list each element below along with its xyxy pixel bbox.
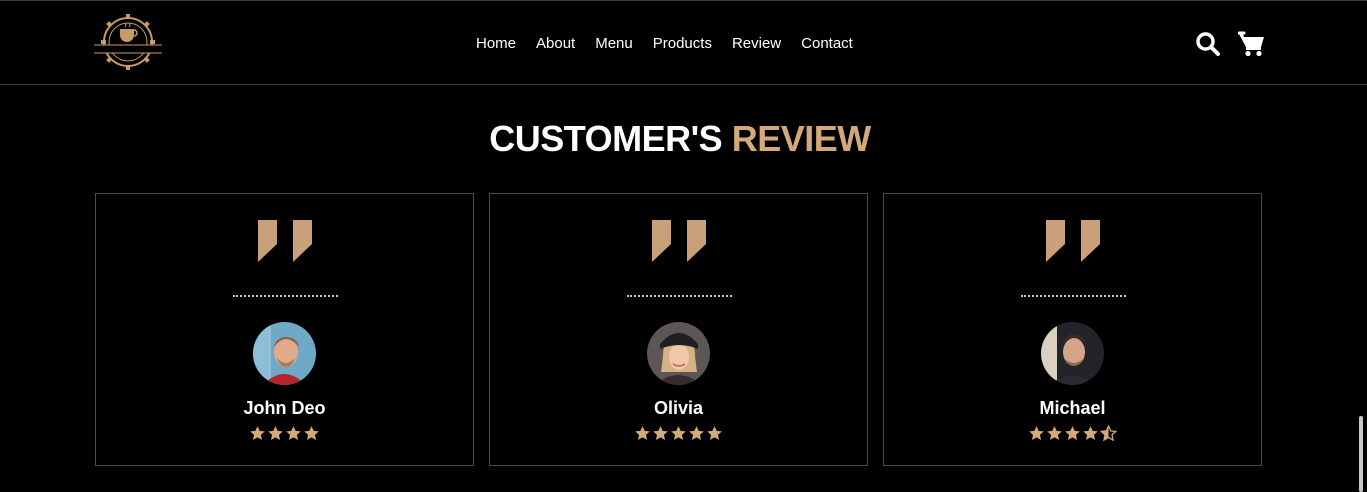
- star-icon: [671, 426, 686, 441]
- star-rating: [490, 425, 867, 443]
- review-card: John Deo: [95, 193, 474, 466]
- divider: [1020, 295, 1126, 297]
- page-scrollbar[interactable]: [1359, 416, 1363, 492]
- nav-products[interactable]: Products: [653, 34, 712, 54]
- avatar: [1040, 322, 1104, 385]
- cafena-logo[interactable]: [94, 13, 162, 71]
- divider: [232, 295, 338, 297]
- quote-icon: [257, 220, 312, 262]
- section-title-main: CUSTOMER'S: [489, 118, 723, 159]
- star-icon: [1083, 426, 1098, 441]
- nav-contact[interactable]: Contact: [801, 34, 853, 54]
- half-star-icon: [1100, 425, 1117, 442]
- reviewer-name: Olivia: [653, 398, 704, 418]
- star-rating: [96, 425, 473, 443]
- star-icon: [1029, 426, 1044, 441]
- star-icon: [268, 426, 283, 441]
- star-icon: [635, 426, 650, 441]
- review-card: Olivia: [489, 193, 868, 466]
- star-icon: [286, 426, 301, 441]
- reviewer-name: Michael: [1039, 398, 1106, 418]
- avatar: [252, 322, 316, 385]
- nav-home[interactable]: Home: [476, 34, 516, 54]
- star-icon: [653, 426, 668, 441]
- nav-about[interactable]: About: [536, 34, 575, 54]
- site-header: Home About Menu Products Review Contact: [0, 1, 1367, 85]
- section-title-accent: REVIEW: [731, 118, 872, 159]
- star-icon: [250, 426, 265, 441]
- reviewer-name: John Deo: [243, 398, 326, 418]
- star-icon: [304, 426, 319, 441]
- star-icon: [1065, 426, 1080, 441]
- star-icon: [689, 426, 704, 441]
- quote-icon: [651, 220, 706, 262]
- quote-icon: [1045, 220, 1100, 262]
- star-icon: [1047, 426, 1062, 441]
- star-icon: [707, 426, 722, 441]
- search-icon[interactable]: [1195, 31, 1221, 57]
- nav-menu[interactable]: Menu: [595, 34, 633, 54]
- review-card: Michael: [883, 193, 1262, 466]
- star-rating: [884, 425, 1261, 443]
- shopping-cart-icon[interactable]: [1237, 31, 1266, 57]
- divider: [626, 295, 732, 297]
- main-nav: Home About Menu Products Review Contact: [476, 34, 853, 54]
- section-title: CUSTOMER'S REVIEW: [0, 118, 1360, 160]
- nav-review[interactable]: Review: [732, 34, 781, 54]
- avatar: [646, 322, 710, 385]
